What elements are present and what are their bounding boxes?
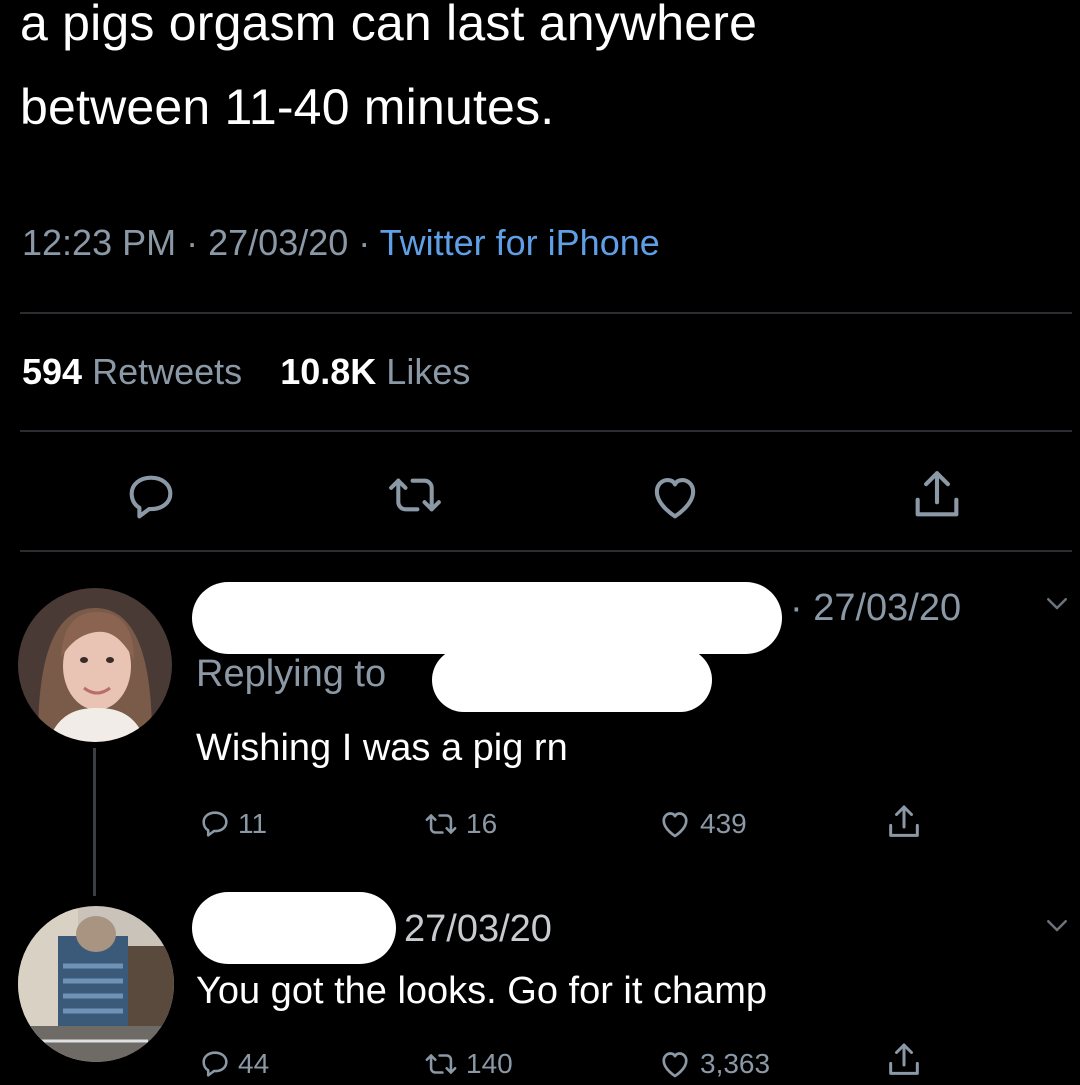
divider	[20, 550, 1072, 552]
retweets-count: 594	[22, 351, 83, 392]
redacted-replying-to-handle	[432, 648, 712, 712]
tweet-meta: 12:23 PM · 27/03/20 · Twitter for iPhone	[22, 220, 660, 266]
like-icon[interactable]	[646, 468, 704, 526]
retweet-count: 140	[466, 1048, 513, 1079]
meta-separator: ·	[358, 222, 371, 263]
like-icon	[662, 812, 688, 838]
divider	[20, 430, 1072, 432]
like-icon	[662, 1052, 688, 1078]
likes-count: 10.8K	[280, 351, 377, 392]
retweet-count: 16	[466, 808, 498, 839]
reply-icon[interactable]	[122, 468, 180, 526]
reply-text: Wishing I was a pig rn	[196, 727, 568, 769]
tweet-engagement-counts: 594 Retweets 10.8K Likes	[22, 349, 470, 395]
retweet-icon	[425, 1054, 457, 1074]
chevron-down-icon[interactable]	[1042, 588, 1072, 626]
avatar[interactable]	[18, 906, 174, 1062]
like-count-button[interactable]: 3,363	[656, 1046, 770, 1082]
retweet-icon	[425, 814, 457, 834]
like-count-button[interactable]: 439	[656, 806, 747, 842]
retweet-count-button[interactable]: 16	[422, 806, 497, 842]
reply-text: You got the looks. Go for it champ	[196, 970, 768, 1012]
share-icon[interactable]	[884, 1040, 924, 1080]
retweets-label: Retweets	[92, 351, 243, 392]
reply-count: 44	[238, 1048, 270, 1079]
reply-date: 27/03/20	[404, 908, 552, 950]
reply-count-button[interactable]: 11	[198, 806, 267, 842]
chevron-down-icon[interactable]	[1042, 910, 1072, 948]
reply-icon	[202, 811, 228, 837]
divider	[20, 312, 1072, 314]
reply-date: · 27/03/20	[790, 587, 962, 629]
thread-connector	[93, 748, 96, 896]
tweet-text-line-2: between 11-40 minutes.	[20, 79, 555, 135]
share-icon[interactable]	[908, 466, 966, 524]
redacted-display-name	[192, 582, 782, 654]
retweet-icon[interactable]	[384, 466, 442, 524]
retweet-count-button[interactable]: 140	[422, 1046, 513, 1082]
tweet-date: 27/03/20	[208, 222, 349, 263]
reply-icon	[202, 1051, 228, 1077]
tweet-text: a pigs orgasm can last anywhere between …	[20, 0, 1060, 156]
meta-separator: ·	[186, 222, 199, 263]
likes-label: Likes	[386, 351, 471, 392]
likes-stat[interactable]: 10.8K Likes	[280, 351, 470, 392]
tweet-time: 12:23 PM	[22, 222, 177, 263]
replying-to-label: Replying to	[196, 653, 387, 695]
like-count: 439	[700, 808, 747, 839]
share-icon[interactable]	[884, 802, 924, 842]
like-count: 3,363	[700, 1048, 771, 1079]
avatar[interactable]	[18, 588, 172, 742]
reply-count: 11	[238, 808, 268, 839]
reply-count-button[interactable]: 44	[198, 1046, 269, 1082]
tweet-source-link[interactable]: Twitter for iPhone	[380, 222, 660, 263]
retweets-stat[interactable]: 594 Retweets	[22, 351, 252, 392]
redacted-display-name	[192, 892, 396, 964]
